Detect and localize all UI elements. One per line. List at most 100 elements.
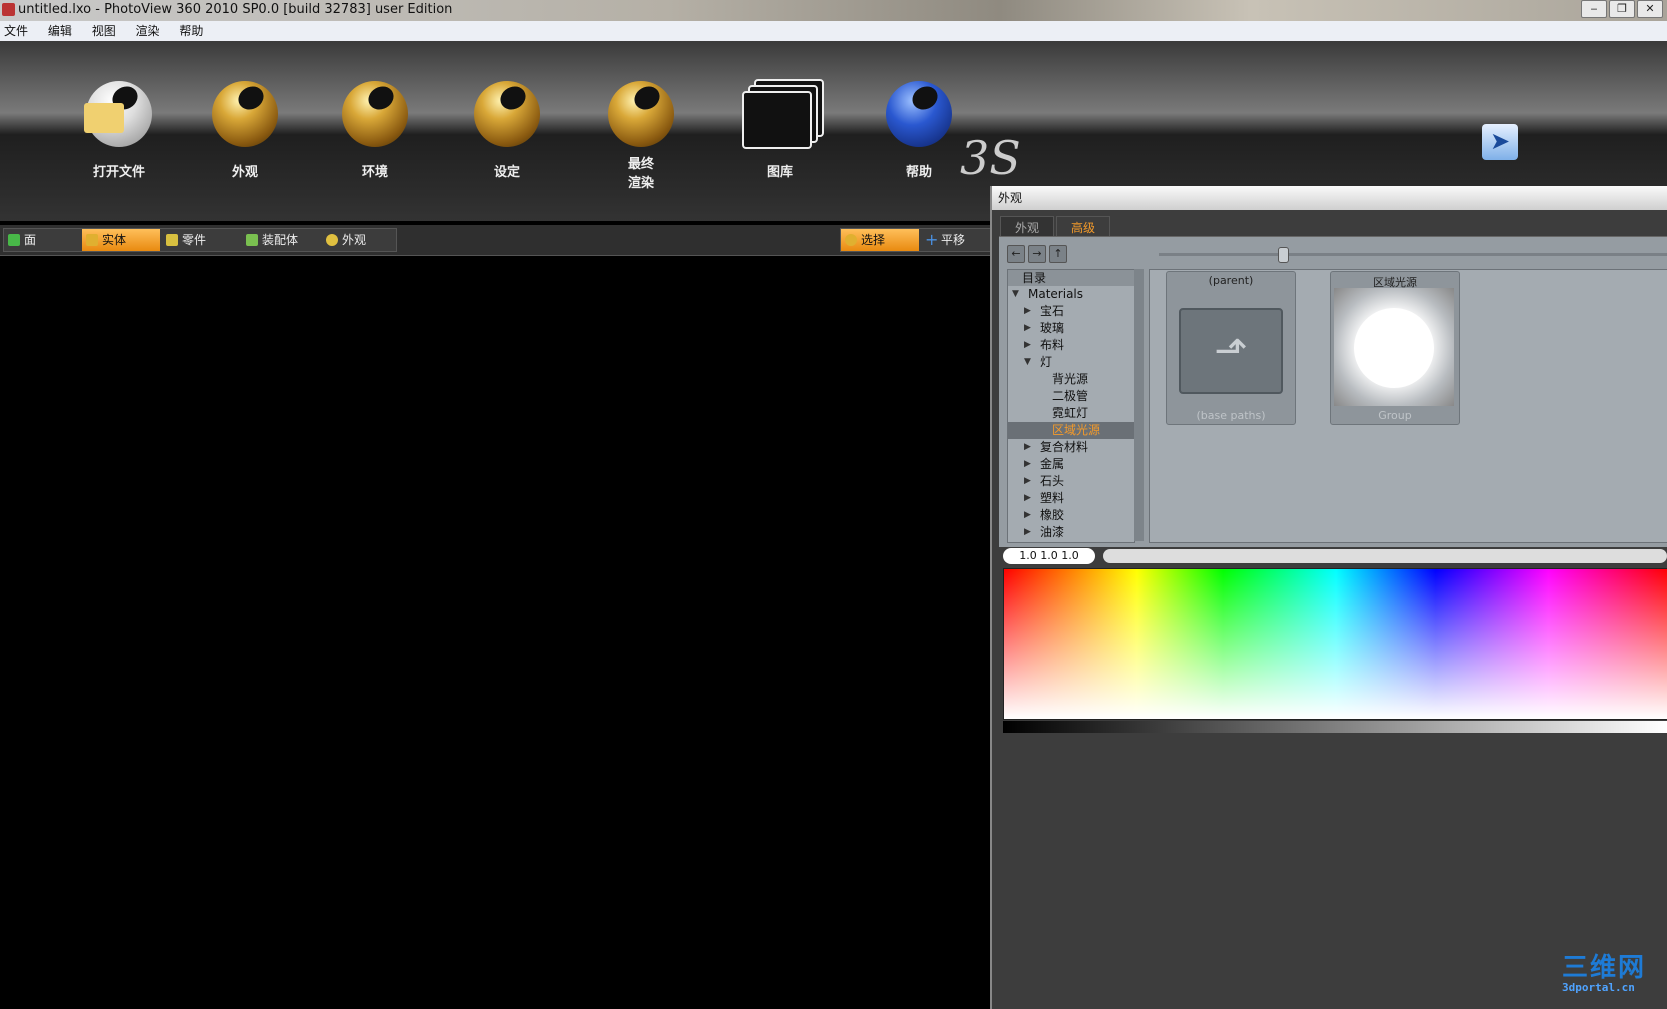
solid-icon xyxy=(86,234,98,246)
back-arrow-icon[interactable]: ➤ xyxy=(1482,124,1518,160)
action-mode-group: 选择 + 平移 xyxy=(840,228,992,252)
tree-label: 金属 xyxy=(1040,457,1065,471)
menu-view[interactable]: 视图 xyxy=(92,21,116,41)
collapse-icon[interactable]: ▶ xyxy=(1024,303,1031,320)
tree-item[interactable]: ▶ 玻璃 xyxy=(1008,320,1134,337)
tab-appearance[interactable]: 外观 xyxy=(1000,216,1055,238)
expand-icon[interactable]: ▼ xyxy=(1012,286,1019,303)
material-item-parent[interactable]: (parent) ⬏ (base paths) xyxy=(1166,271,1296,425)
collapse-icon[interactable]: ▶ xyxy=(1024,473,1031,490)
render-viewport[interactable] xyxy=(0,262,990,1009)
collapse-icon[interactable]: ▶ xyxy=(1024,320,1031,337)
face-icon xyxy=(8,234,20,246)
thumbnail-size-slider[interactable] xyxy=(1159,253,1667,256)
tree-label: 油漆 xyxy=(1040,525,1065,539)
collapse-icon[interactable]: ▶ xyxy=(1024,524,1031,541)
tree-item[interactable]: ▶ 石头 xyxy=(1008,473,1134,490)
nav-forward-button[interactable]: → xyxy=(1028,245,1046,263)
environment-button[interactable]: 环境 xyxy=(320,81,430,180)
appearance-dot-icon xyxy=(326,234,338,246)
menu-file[interactable]: 文件 xyxy=(4,21,28,41)
brightness-strip[interactable] xyxy=(1003,721,1667,733)
tool-label: 打开文件 xyxy=(92,165,145,180)
tree-item[interactable]: ▼ 灯 xyxy=(1008,354,1134,371)
filter-label: 装配体 xyxy=(262,233,299,247)
tree-item[interactable]: ▶ 橡胶 xyxy=(1008,507,1134,524)
material-item-area-light[interactable]: 区域光源 Group xyxy=(1330,271,1460,425)
filter-label: 面 xyxy=(24,233,37,247)
filter-label: 实体 xyxy=(102,233,127,247)
tree-label: 玻璃 xyxy=(1040,321,1065,335)
help-icon xyxy=(886,81,952,147)
settings-icon xyxy=(474,81,540,147)
gallery-icon xyxy=(740,79,824,149)
filter-assembly[interactable]: 装配体 xyxy=(242,229,320,251)
tree-item[interactable]: 背光源 xyxy=(1008,371,1134,388)
nav-back-button[interactable]: ← xyxy=(1007,245,1025,263)
mode-select[interactable]: 选择 xyxy=(841,229,919,251)
tool-label: 最终 渲染 xyxy=(627,157,654,191)
watermark-text: 三维网 xyxy=(1562,953,1647,983)
tool-label: 外观 xyxy=(231,165,258,180)
tree-item[interactable]: ▶ 复合材料 xyxy=(1008,439,1134,456)
tree-scrollbar[interactable] xyxy=(1134,269,1144,541)
tree-label: 灯 xyxy=(1040,355,1053,369)
collapse-icon[interactable]: ▶ xyxy=(1024,337,1031,354)
tab-advanced[interactable]: 高级 xyxy=(1056,216,1111,238)
help-button[interactable]: 帮助 xyxy=(864,81,974,180)
tree-item[interactable]: ▶ 塑料 xyxy=(1008,490,1134,507)
menu-help[interactable]: 帮助 xyxy=(179,21,203,41)
material-grid: (parent) ⬏ (base paths) 区域光源 Group xyxy=(1149,269,1667,543)
tree-item-materials[interactable]: ▼ Materials xyxy=(1008,286,1134,303)
tool-label: 环境 xyxy=(361,165,388,180)
tree-label: 石头 xyxy=(1040,474,1065,488)
color-value-row: 1.0 1.0 1.0 xyxy=(1003,548,1667,566)
final-render-button[interactable]: 最终 渲染 xyxy=(586,81,696,191)
mode-label: 选择 xyxy=(861,233,886,247)
menu-edit[interactable]: 编辑 xyxy=(48,21,72,41)
tree-label: 霓虹灯 xyxy=(1052,406,1089,420)
collapse-icon[interactable]: ▶ xyxy=(1024,439,1031,456)
tree-label: 橡胶 xyxy=(1040,508,1065,522)
tree-item[interactable]: ▶ 宝石 xyxy=(1008,303,1134,320)
mode-pan[interactable]: + 平移 xyxy=(921,229,991,251)
minimize-button[interactable]: ‒ xyxy=(1581,0,1607,18)
menu-bar: 文件 编辑 视图 渲染 帮助 xyxy=(0,21,1667,42)
title-bar: untitled.lxo - PhotoView 360 2010 SP0.0 … xyxy=(0,0,1667,21)
slider-handle[interactable] xyxy=(1278,247,1289,263)
collapse-icon[interactable]: ▶ xyxy=(1024,490,1031,507)
collapse-icon[interactable]: ▶ xyxy=(1024,507,1031,524)
folder-up-icon: ⬏ xyxy=(1179,308,1283,394)
rgb-value-field[interactable]: 1.0 1.0 1.0 xyxy=(1003,548,1095,564)
color-swatch-bar[interactable] xyxy=(1103,549,1667,563)
filter-label: 外观 xyxy=(342,233,367,247)
expand-icon[interactable]: ▼ xyxy=(1024,354,1031,371)
area-light-preview xyxy=(1334,288,1454,406)
tree-item[interactable]: 霓虹灯 xyxy=(1008,405,1134,422)
appearance-button[interactable]: 外观 xyxy=(190,81,300,180)
tree-item[interactable]: ▶ 金属 xyxy=(1008,456,1134,473)
close-button[interactable]: ✕ xyxy=(1637,0,1663,18)
color-spectrum-picker[interactable] xyxy=(1003,568,1667,720)
filter-appearance[interactable]: 外观 xyxy=(322,229,396,251)
tree-item[interactable]: ▶ 布料 xyxy=(1008,337,1134,354)
tree-label: 二极管 xyxy=(1052,389,1089,403)
maximize-button[interactable]: ❐ xyxy=(1609,0,1635,18)
tree-item[interactable]: ▶ 油漆 xyxy=(1008,524,1134,541)
open-file-button[interactable]: 打开文件 xyxy=(64,81,174,180)
filter-part[interactable]: 零件 xyxy=(162,229,240,251)
appearance-icon xyxy=(212,81,278,147)
gallery-button[interactable]: 图库 xyxy=(725,79,835,180)
part-icon xyxy=(166,234,178,246)
filter-face[interactable]: 面 xyxy=(4,229,80,251)
menu-render[interactable]: 渲染 xyxy=(136,21,160,41)
tree-label: 复合材料 xyxy=(1040,440,1089,454)
tree-item[interactable]: 二极管 xyxy=(1008,388,1134,405)
nav-up-button[interactable]: ↑ xyxy=(1049,245,1067,263)
settings-button[interactable]: 设定 xyxy=(452,81,562,180)
collapse-icon[interactable]: ▶ xyxy=(1024,456,1031,473)
window-controls: ‒ ❐ ✕ xyxy=(1581,0,1663,18)
filter-solid[interactable]: 实体 xyxy=(82,229,160,251)
tree-item-selected[interactable]: 区域光源 xyxy=(1008,422,1134,439)
panel-tabs: 外观 高级 xyxy=(1000,216,1112,238)
